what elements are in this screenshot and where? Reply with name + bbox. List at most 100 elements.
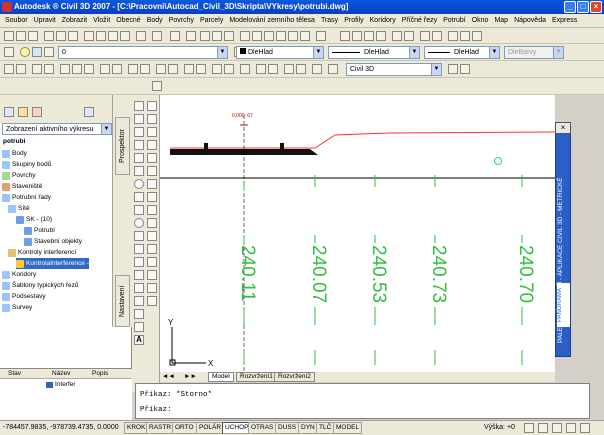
zoom-realtime-icon[interactable] — [200, 31, 210, 41]
snap-icon-b[interactable] — [16, 64, 26, 74]
tab-rozvrzeni2[interactable]: Rozvržení2 — [274, 372, 315, 382]
toolbar-icon-a[interactable] — [340, 31, 350, 41]
toolbar-icon-j[interactable] — [460, 31, 470, 41]
panel-icon-a[interactable] — [4, 107, 14, 117]
menu-profily[interactable]: Profily — [341, 17, 366, 24]
fillet-icon[interactable] — [147, 283, 157, 293]
snap-icon-a[interactable] — [4, 64, 14, 74]
tree-item-stavebni-objekty[interactable]: Stavební objekty — [24, 236, 82, 247]
list-item[interactable]: Interfer — [0, 380, 132, 390]
workspace-combo[interactable]: Civil 3D ▼ — [346, 63, 442, 76]
structure-circle[interactable] — [494, 157, 502, 165]
tree-item-site[interactable]: Sítě — [8, 203, 30, 214]
region-icon[interactable] — [134, 309, 144, 319]
menu-potrubi[interactable]: Potrubí — [440, 17, 469, 24]
offset-icon[interactable] — [147, 140, 157, 150]
minimize-button[interactable]: _ — [564, 1, 576, 13]
toggle-krok[interactable]: KROK — [124, 422, 149, 434]
snap-icon-l[interactable] — [156, 64, 166, 74]
construction-line-icon[interactable] — [134, 114, 144, 124]
tree-item-skupiny-bodu[interactable]: Skupiny bodů — [2, 159, 51, 170]
scale-icon[interactable] — [147, 192, 157, 202]
snap-icon-e[interactable] — [60, 64, 70, 74]
match-properties-icon[interactable] — [120, 31, 130, 41]
status-icon-a[interactable] — [524, 423, 534, 433]
menu-upravit[interactable]: Upravit — [31, 17, 59, 24]
tree-item-potrubi[interactable]: potrubi — [0, 136, 25, 147]
chevron-down-icon[interactable]: ▼ — [409, 47, 419, 58]
lock-icon[interactable] — [44, 47, 54, 57]
workspace-settings-icon[interactable] — [448, 64, 458, 74]
layer-combo[interactable]: 0 ▼ — [58, 46, 228, 59]
toolbar-icon-k[interactable] — [472, 31, 482, 41]
toggle-dyn[interactable]: DYN — [298, 422, 318, 434]
snap-icon-n[interactable] — [184, 64, 194, 74]
explode-icon[interactable] — [147, 296, 157, 306]
snap-icon-d[interactable] — [44, 64, 54, 74]
snap-icon-j[interactable] — [128, 64, 138, 74]
snap-icon-h[interactable] — [100, 64, 110, 74]
palette-close-icon[interactable]: × — [555, 122, 571, 134]
chamfer-icon[interactable] — [147, 270, 157, 280]
erase-icon[interactable] — [147, 101, 157, 111]
panel-icon-c[interactable] — [32, 107, 42, 117]
tool-palette[interactable]: PALETY NÁSTROJŮ - APLIKACE CIVIL 3D - ME… — [555, 122, 571, 357]
tree-item-staveniste[interactable]: Staveniště — [2, 181, 42, 192]
menu-parcely[interactable]: Parcely — [197, 17, 226, 24]
tab-settings[interactable]: Nastavení — [115, 275, 130, 327]
lineweight-combo[interactable]: DleHlad ▼ — [424, 46, 500, 59]
tool-palettes-icon[interactable] — [264, 31, 274, 41]
chevron-down-icon[interactable]: ▼ — [431, 64, 441, 75]
open-icon[interactable] — [16, 31, 26, 41]
panel-icon-b[interactable] — [18, 107, 28, 117]
tree-item-potrubi-pipes[interactable]: Potrubí — [24, 225, 55, 236]
preview-icon[interactable] — [56, 31, 66, 41]
toggle-otras[interactable]: OTRAS — [248, 422, 277, 434]
toggle-duss[interactable]: DUSS — [275, 422, 300, 434]
tree-item-povrchy[interactable]: Povrchy — [2, 170, 35, 181]
brush-icon[interactable] — [136, 31, 146, 41]
toolbar-icon-e[interactable] — [392, 31, 402, 41]
properties-icon[interactable] — [240, 31, 250, 41]
menu-povrchy[interactable]: Povrchy — [166, 17, 197, 24]
chevron-down-icon[interactable]: ▼ — [217, 47, 227, 58]
circle-icon[interactable] — [134, 179, 144, 189]
snap-icon-o[interactable] — [196, 64, 206, 74]
snap-icon-q[interactable] — [224, 64, 234, 74]
undo-icon[interactable] — [152, 31, 162, 41]
chevron-down-icon[interactable]: ▼ — [101, 124, 111, 134]
status-icon-e[interactable] — [580, 423, 590, 433]
snap-icon-g[interactable] — [84, 64, 94, 74]
print-icon[interactable] — [44, 31, 54, 41]
toolbar-icon-i[interactable] — [448, 31, 458, 41]
trim-icon[interactable] — [147, 218, 157, 228]
toggle-orto[interactable]: ORTO — [172, 422, 197, 434]
toolbar-icon-c[interactable] — [364, 31, 374, 41]
new-icon[interactable] — [4, 31, 14, 41]
toolbar-icon-d[interactable] — [376, 31, 386, 41]
insert-block-icon[interactable] — [134, 244, 144, 254]
tree-item-kontrola-interference[interactable]: KontrolaInterference - — [16, 258, 89, 269]
menu-trasy[interactable]: Trasy — [318, 17, 341, 24]
status-icon-c[interactable] — [552, 423, 562, 433]
list-header-stav[interactable]: Stav — [8, 369, 21, 379]
menu-body[interactable]: Body — [144, 17, 166, 24]
status-icon-d[interactable] — [566, 423, 576, 433]
tab-model[interactable]: Model — [208, 372, 234, 382]
zoom-previous-icon[interactable] — [224, 31, 234, 41]
menu-express[interactable]: Express — [549, 17, 580, 24]
table-icon[interactable] — [134, 322, 144, 332]
snap-icon-p[interactable] — [212, 64, 222, 74]
hatch-icon[interactable] — [134, 283, 144, 293]
layer-manager-icon[interactable] — [4, 47, 14, 57]
sheet-set-icon[interactable] — [276, 31, 286, 41]
copy-object-icon[interactable] — [147, 114, 157, 124]
snap-icon-v[interactable] — [296, 64, 306, 74]
toggle-model[interactable]: MODEL — [333, 422, 363, 434]
palette-tab-panorama[interactable]: PANORAMA — [557, 283, 570, 327]
polyline-icon[interactable] — [134, 127, 144, 137]
cut-icon[interactable] — [84, 31, 94, 41]
freeze-icon[interactable] — [32, 47, 42, 57]
rectangle-icon[interactable] — [134, 153, 144, 163]
spline-icon[interactable] — [134, 205, 144, 215]
